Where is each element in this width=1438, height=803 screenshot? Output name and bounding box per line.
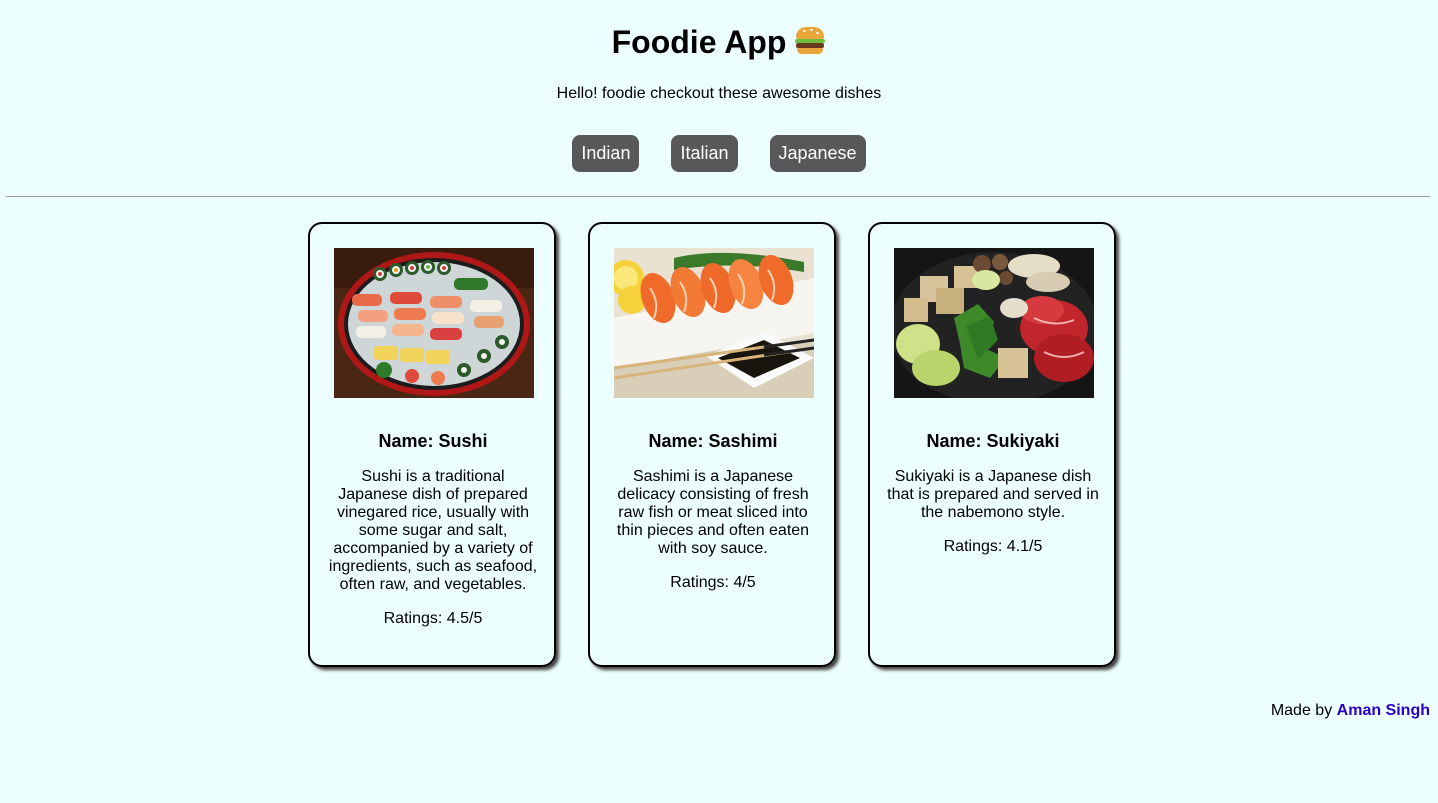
dish-name: Name: Sashimi [648, 431, 778, 451]
dish-rating: Ratings: 4/5 [670, 574, 756, 591]
dish-card-sushi: Name: Sushi Sushi is a traditional Japan… [308, 222, 556, 667]
dish-list: Name: Sushi Sushi is a traditional Japan… [308, 222, 1116, 667]
dish-image-sashimi [614, 248, 814, 398]
dish-description: Sashimi is a Japanese delicacy consistin… [616, 468, 810, 557]
dish-name: Name: Sushi [378, 431, 488, 451]
dish-details: Sushi is a traditional Japanese dish of … [326, 468, 540, 628]
page-title: Foodie App [0, 22, 1438, 62]
title-text: Foodie App [611, 24, 787, 60]
dish-name: Name: Sukiyaki [926, 431, 1060, 451]
author-link[interactable]: Aman Singh [1337, 702, 1430, 719]
cuisine-button-indian[interactable]: Indian [572, 135, 640, 172]
dish-description: Sukiyaki is a Japanese dish that is prep… [887, 468, 1099, 521]
dish-rating: Ratings: 4.5/5 [383, 610, 483, 627]
dish-card-sashimi: Name: Sashimi Sashimi is a Japanese deli… [588, 222, 836, 667]
cuisine-button-italian[interactable]: Italian [671, 135, 738, 172]
hamburger-icon [794, 26, 826, 56]
tagline: Hello! foodie checkout these awesome dis… [556, 85, 882, 102]
dish-details: Sashimi is a Japanese delicacy consistin… [606, 468, 820, 592]
footer: Made by Aman Singh [1271, 702, 1430, 720]
dish-image-sushi [334, 248, 534, 398]
dish-rating: Ratings: 4.1/5 [943, 538, 1043, 555]
dish-image-sukiyaki [894, 248, 1094, 398]
cuisine-button-japanese[interactable]: Japanese [769, 135, 866, 172]
divider [6, 196, 1430, 197]
dish-details: Sukiyaki is a Japanese dish that is prep… [886, 468, 1100, 556]
dish-description: Sushi is a traditional Japanese dish of … [328, 468, 538, 593]
dish-card-sukiyaki: Name: Sukiyaki Sukiyaki is a Japanese di… [868, 222, 1116, 667]
cuisine-nav: Indian Italian Japanese [0, 135, 1438, 172]
footer-prefix: Made by [1270, 702, 1333, 719]
